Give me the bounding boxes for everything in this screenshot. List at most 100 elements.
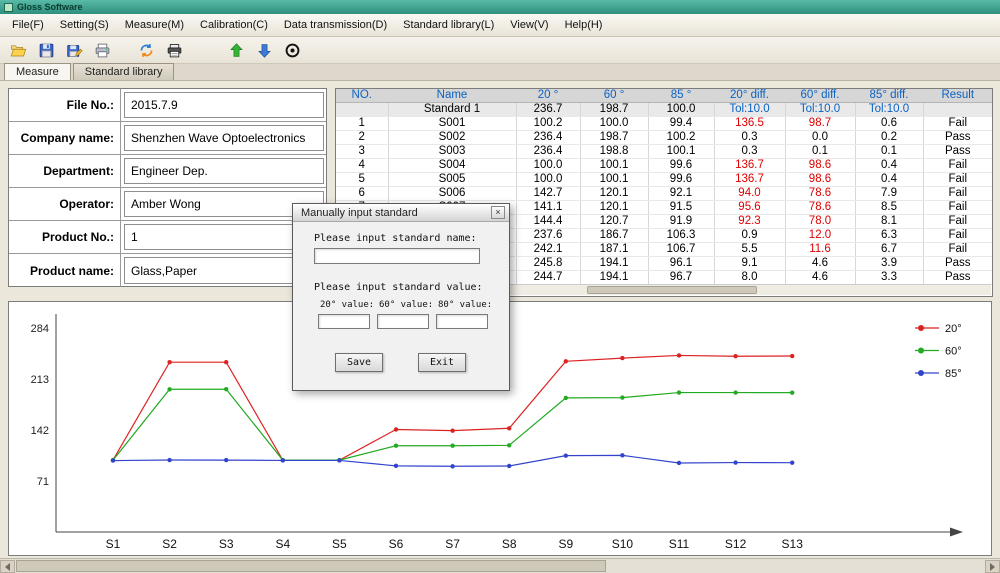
cell-name: S003 bbox=[388, 145, 516, 159]
printer-button[interactable] bbox=[162, 39, 186, 62]
form-label: Company name: bbox=[9, 122, 121, 154]
save-button[interactable] bbox=[34, 39, 58, 62]
export-icon bbox=[66, 42, 83, 59]
calibrate-icon bbox=[284, 42, 301, 59]
svg-text:S1: S1 bbox=[106, 537, 121, 551]
svg-text:S9: S9 bbox=[558, 537, 573, 551]
cell-d60: 0.1 bbox=[785, 145, 855, 159]
form-value[interactable]: 2015.7.9 bbox=[124, 92, 324, 118]
table-row[interactable]: 1S001100.2100.099.4136.598.70.6Fail bbox=[336, 117, 992, 131]
cell-g20: 244.7 bbox=[516, 271, 580, 285]
standard-row[interactable]: Standard 1236.7198.7100.0Tol:10.0Tol:10.… bbox=[336, 103, 992, 117]
svg-text:S8: S8 bbox=[502, 537, 517, 551]
form-row: Department:Engineer Dep. bbox=[9, 155, 326, 188]
cell-d60: 4.6 bbox=[785, 257, 855, 271]
cell-d85: 0.4 bbox=[855, 173, 923, 187]
cell-d60: 4.6 bbox=[785, 271, 855, 285]
menu-item-measure-m[interactable]: Measure(M) bbox=[117, 15, 192, 35]
exit-button[interactable]: Exit bbox=[418, 353, 466, 372]
menu-item-view-v[interactable]: View(V) bbox=[502, 15, 556, 35]
dialog-close-button[interactable]: × bbox=[491, 206, 505, 219]
column-header[interactable]: Result bbox=[923, 89, 992, 103]
tab-bar: Measure Standard library bbox=[0, 64, 1000, 81]
menu-item-calibration-c[interactable]: Calibration(C) bbox=[192, 15, 276, 35]
scroll-right-button[interactable] bbox=[985, 560, 1000, 573]
value-60-input[interactable] bbox=[377, 314, 429, 329]
cell-g60: 100.1 bbox=[580, 159, 648, 173]
chart-series-60 bbox=[111, 387, 795, 462]
cell-g60: 120.1 bbox=[580, 201, 648, 215]
cell-g20: 245.8 bbox=[516, 257, 580, 271]
save-icon bbox=[38, 42, 55, 59]
menu-item-standard-library-l[interactable]: Standard library(L) bbox=[395, 15, 502, 35]
connect-button[interactable] bbox=[134, 39, 158, 62]
cell-result: Fail bbox=[923, 243, 992, 257]
cell-g60: 100.0 bbox=[580, 117, 648, 131]
table-row[interactable]: 6S006142.7120.192.194.078.67.9Fail bbox=[336, 187, 992, 201]
form-value-cell: Engineer Dep. bbox=[121, 155, 326, 187]
cell-g60: 194.1 bbox=[580, 257, 648, 271]
column-header[interactable]: 85° diff. bbox=[855, 89, 923, 103]
cell-g20: 144.4 bbox=[516, 215, 580, 229]
column-header[interactable]: 20 ° bbox=[516, 89, 580, 103]
cell-g60: 194.1 bbox=[580, 271, 648, 285]
column-header[interactable]: 60° diff. bbox=[785, 89, 855, 103]
cell-g60: 186.7 bbox=[580, 229, 648, 243]
form-value[interactable]: Engineer Dep. bbox=[124, 158, 324, 184]
table-row[interactable]: 5S005100.0100.199.6136.798.60.4Fail bbox=[336, 173, 992, 187]
table-row[interactable]: 3S003236.4198.8100.10.30.10.1Pass bbox=[336, 145, 992, 159]
cell-name: S004 bbox=[388, 159, 516, 173]
svg-text:71: 71 bbox=[37, 476, 49, 488]
cell-g85: 91.9 bbox=[648, 215, 714, 229]
column-header[interactable]: Name bbox=[388, 89, 516, 103]
window-horizontal-scrollbar[interactable] bbox=[0, 558, 1000, 573]
cell-d60: 12.0 bbox=[785, 229, 855, 243]
menu-item-file-f[interactable]: File(F) bbox=[4, 15, 52, 35]
value-20-input[interactable] bbox=[318, 314, 370, 329]
form-value[interactable]: Shenzhen Wave Optoelectronics bbox=[124, 125, 324, 151]
export-button[interactable] bbox=[62, 39, 86, 62]
tab-measure[interactable]: Measure bbox=[4, 63, 71, 80]
cell-d20: 8.0 bbox=[714, 271, 785, 285]
cell-d85: 8.1 bbox=[855, 215, 923, 229]
cell-g85: 91.5 bbox=[648, 201, 714, 215]
form-row: Company name:Shenzhen Wave Optoelectroni… bbox=[9, 122, 326, 155]
cell-d20: 5.5 bbox=[714, 243, 785, 257]
cell-d60: 0.0 bbox=[785, 131, 855, 145]
cell-d85: 0.2 bbox=[855, 131, 923, 145]
form-row: Product No.:1 bbox=[9, 221, 326, 254]
cell-g85: 100.2 bbox=[648, 131, 714, 145]
table-scrollbar-thumb[interactable] bbox=[587, 286, 757, 294]
cell-d85: 0.4 bbox=[855, 159, 923, 173]
menu-item-setting-s[interactable]: Setting(S) bbox=[52, 15, 117, 35]
download-icon bbox=[256, 42, 273, 59]
cell-name: S005 bbox=[388, 173, 516, 187]
cell-result: Fail bbox=[923, 201, 992, 215]
menu-item-data-transmission-d[interactable]: Data transmission(D) bbox=[276, 15, 395, 35]
column-header[interactable]: 20° diff. bbox=[714, 89, 785, 103]
column-header[interactable]: 60 ° bbox=[580, 89, 648, 103]
column-header[interactable]: NO. bbox=[336, 89, 388, 103]
cell-g85: 106.7 bbox=[648, 243, 714, 257]
column-header[interactable]: 85 ° bbox=[648, 89, 714, 103]
cell-d85: 6.3 bbox=[855, 229, 923, 243]
cell-g60: 198.8 bbox=[580, 145, 648, 159]
table-row[interactable]: 2S002236.4198.7100.20.30.00.2Pass bbox=[336, 131, 992, 145]
open-file-button[interactable] bbox=[6, 39, 30, 62]
cell-d85: 8.5 bbox=[855, 201, 923, 215]
table-row[interactable]: 4S004100.0100.199.6136.798.60.4Fail bbox=[336, 159, 992, 173]
print-button[interactable] bbox=[90, 39, 114, 62]
download-button[interactable] bbox=[252, 39, 276, 62]
upload-button[interactable] bbox=[224, 39, 248, 62]
svg-text:S4: S4 bbox=[275, 537, 290, 551]
value-80-input[interactable] bbox=[436, 314, 488, 329]
legend-item-85: 85° bbox=[915, 368, 962, 380]
window-scrollbar-thumb[interactable] bbox=[16, 560, 606, 572]
menu-item-help-h[interactable]: Help(H) bbox=[557, 15, 611, 35]
scroll-left-button[interactable] bbox=[0, 560, 15, 573]
save-button[interactable]: Save bbox=[335, 353, 383, 372]
dialog-title-bar[interactable]: Manually input standard × bbox=[293, 204, 509, 222]
standard-name-input[interactable] bbox=[314, 248, 480, 264]
tab-standard-library[interactable]: Standard library bbox=[73, 63, 175, 80]
calibrate-button[interactable] bbox=[280, 39, 304, 62]
